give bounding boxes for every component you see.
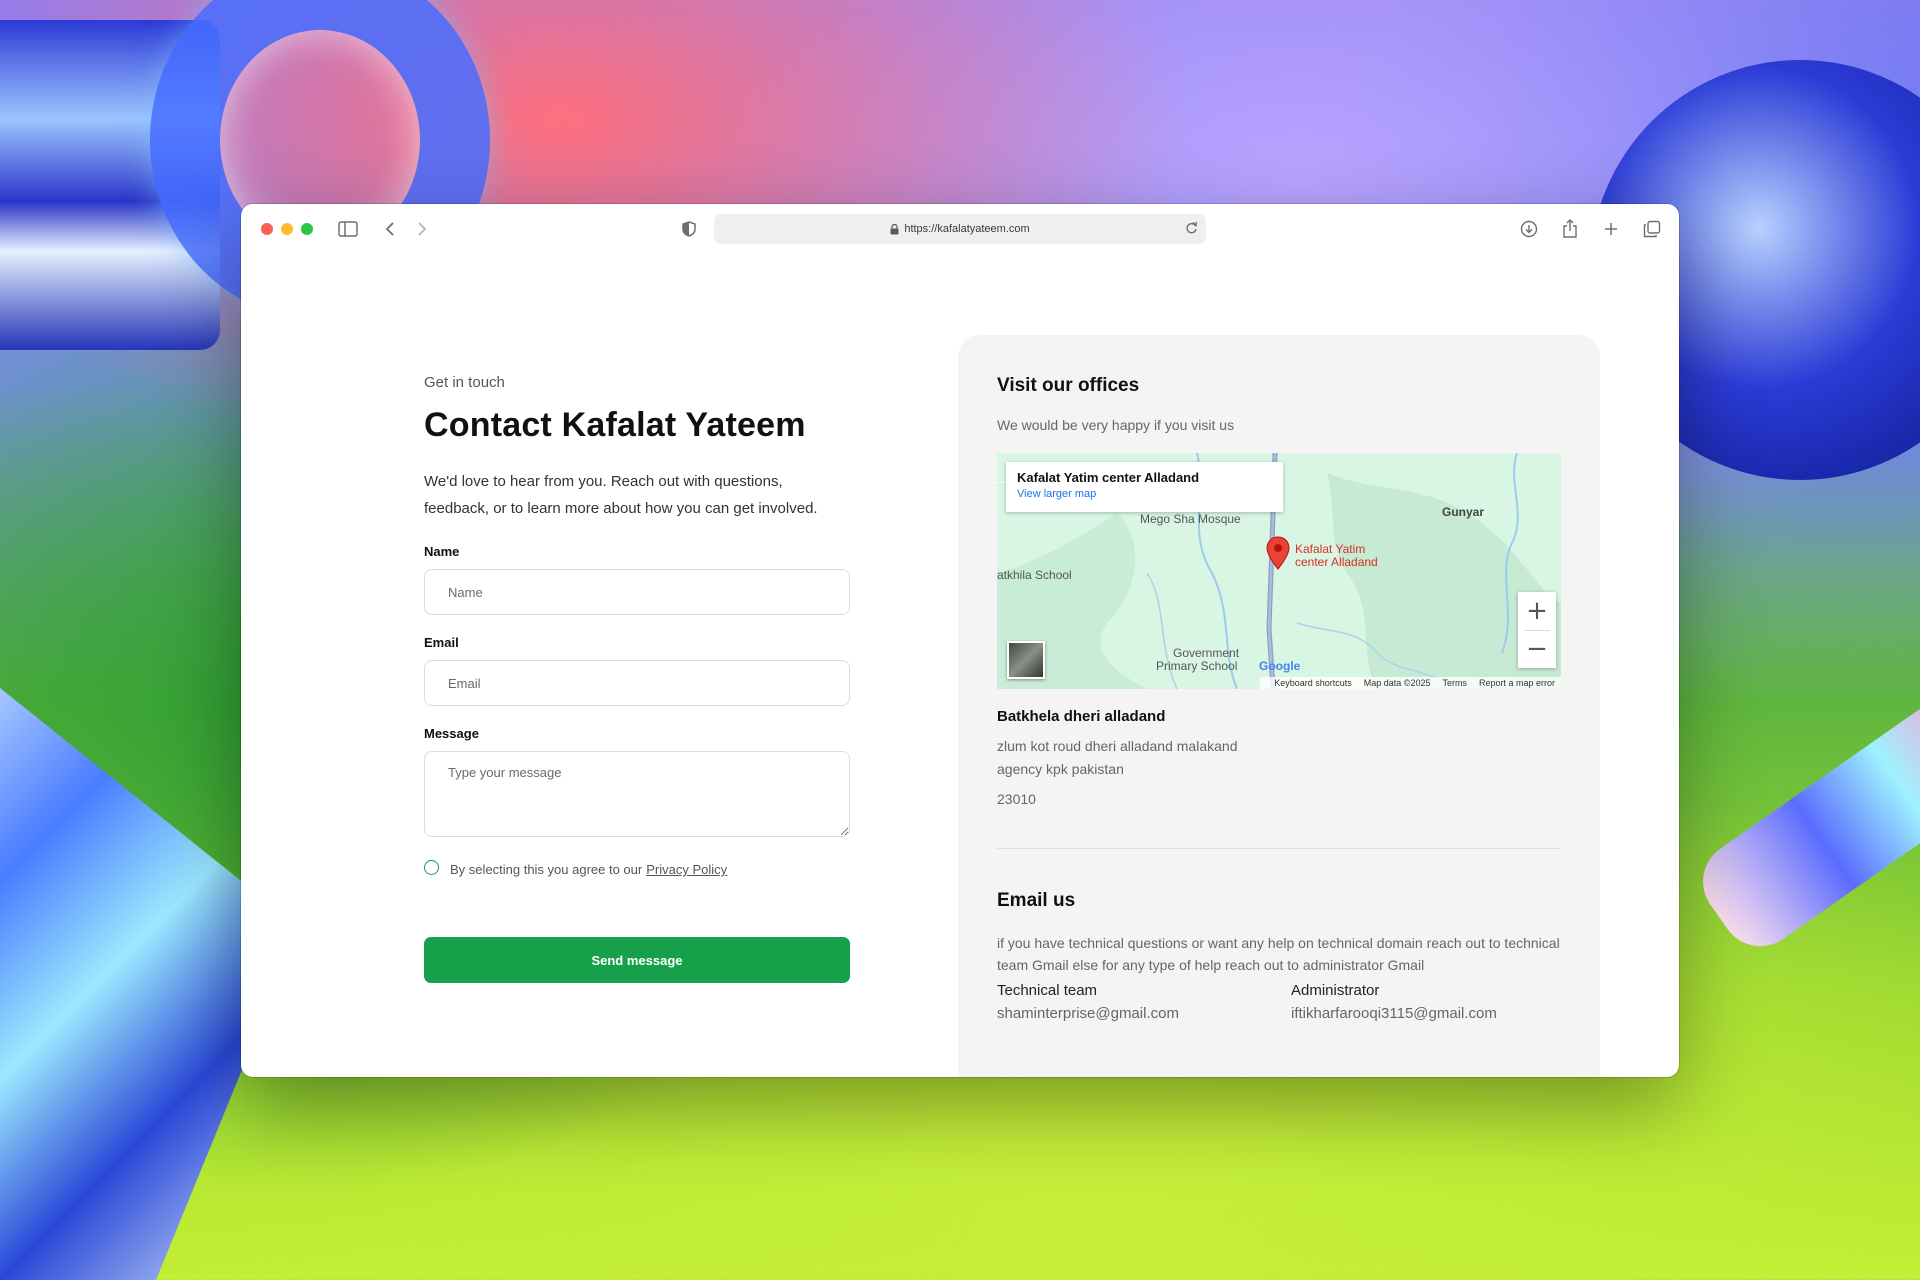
map-label-gov-2: Primary School bbox=[1156, 659, 1238, 673]
browser-toolbar: https://kafalatyateem.com bbox=[241, 204, 1679, 254]
page-title: Contact Kafalat Yateem bbox=[424, 406, 806, 444]
postcode: 23010 bbox=[997, 791, 1036, 807]
forward-icon[interactable] bbox=[411, 218, 433, 240]
message-label: Message bbox=[424, 726, 479, 741]
map-footer: Keyboard shortcuts Map data ©2025 Terms … bbox=[1260, 677, 1561, 689]
view-larger-map-link[interactable]: View larger map bbox=[1017, 488, 1272, 500]
lock-icon bbox=[890, 223, 899, 235]
wallpaper-stick bbox=[1687, 688, 1920, 962]
email-input[interactable] bbox=[424, 660, 850, 706]
address-bar[interactable]: https://kafalatyateem.com bbox=[714, 214, 1206, 244]
agree-text: By selecting this you agree to our bbox=[450, 862, 643, 877]
address-title: Batkhela dheri alladand bbox=[997, 708, 1166, 725]
email-label: Email bbox=[424, 635, 459, 650]
url-text: https://kafalatyateem.com bbox=[904, 223, 1030, 235]
zoom-divider bbox=[1524, 630, 1550, 631]
embedded-map[interactable]: Kafalat Yatim center Alladand View large… bbox=[997, 453, 1561, 689]
terms-link[interactable]: Terms bbox=[1442, 678, 1467, 688]
administrator-label: Administrator bbox=[1291, 982, 1380, 999]
message-textarea[interactable] bbox=[424, 751, 850, 837]
email-title: Email us bbox=[997, 890, 1076, 911]
map-label-mosque: Mego Sha Mosque bbox=[1140, 512, 1241, 526]
offices-subtitle: We would be very happy if you visit us bbox=[997, 417, 1235, 433]
map-label-pin-2: center Alladand bbox=[1295, 555, 1378, 569]
send-message-button[interactable]: Send message bbox=[424, 937, 850, 983]
back-icon[interactable] bbox=[379, 218, 401, 240]
privacy-agreement: By selecting this you agree to our Priva… bbox=[424, 860, 727, 877]
tab-overview-icon[interactable] bbox=[1641, 218, 1663, 240]
administrator-email[interactable]: iftikharfarooqi3115@gmail.com bbox=[1291, 1005, 1497, 1022]
zoom-in-icon[interactable]: + bbox=[1518, 592, 1556, 630]
minimize-window-button[interactable] bbox=[281, 223, 293, 235]
technical-team-email[interactable]: shaminterprise@gmail.com bbox=[997, 1005, 1179, 1022]
address-line-1: zlum kot roud dheri alladand malakand bbox=[997, 738, 1238, 754]
new-tab-icon[interactable] bbox=[1600, 218, 1622, 240]
privacy-shield-icon[interactable] bbox=[678, 218, 700, 240]
location-pin-icon[interactable] bbox=[1266, 536, 1290, 575]
keyboard-shortcuts-link[interactable]: Keyboard shortcuts bbox=[1274, 678, 1352, 688]
zoom-out-icon[interactable]: − bbox=[1518, 630, 1556, 668]
offices-title: Visit our offices bbox=[997, 375, 1140, 396]
technical-team-label: Technical team bbox=[997, 982, 1098, 999]
window-controls bbox=[261, 223, 313, 235]
map-zoom-controls: + − bbox=[1518, 592, 1556, 668]
sidebar-icon[interactable] bbox=[337, 218, 359, 240]
intro-text: We'd love to hear from you. Reach out wi… bbox=[424, 473, 818, 517]
google-logo: Google bbox=[1259, 659, 1300, 673]
map-place-name: Kafalat Yatim center Alladand bbox=[1017, 470, 1200, 485]
contact-info-panel: Visit our offices We would be very happy… bbox=[958, 335, 1600, 1077]
map-place-card: Kafalat Yatim center Alladand View large… bbox=[1006, 462, 1283, 512]
map-data-text: Map data ©2025 bbox=[1363, 678, 1431, 688]
browser-window: https://kafalatyateem.com Get in touch C… bbox=[241, 204, 1679, 1077]
name-input[interactable] bbox=[424, 569, 850, 615]
download-icon[interactable] bbox=[1518, 218, 1540, 240]
zoom-window-button[interactable] bbox=[301, 223, 313, 235]
page-content: Get in touch Contact Kafalat Yateem We'd… bbox=[241, 254, 1679, 1077]
address-line-2: agency kpk pakistan bbox=[997, 761, 1124, 777]
eyebrow-text: Get in touch bbox=[424, 374, 505, 391]
share-icon[interactable] bbox=[1559, 218, 1581, 240]
privacy-policy-link[interactable]: Privacy Policy bbox=[646, 862, 727, 877]
name-label: Name bbox=[424, 544, 460, 559]
satellite-toggle-button[interactable] bbox=[1007, 641, 1045, 679]
section-divider bbox=[997, 848, 1561, 849]
email-description: if you have technical questions or want … bbox=[997, 935, 1560, 973]
reload-icon[interactable] bbox=[1185, 221, 1198, 238]
agree-radio[interactable] bbox=[424, 860, 439, 875]
map-label-gunyar: Gunyar bbox=[1442, 505, 1485, 519]
google-logo-text: Google bbox=[1259, 659, 1301, 673]
map-label-school: atkhila School bbox=[997, 568, 1072, 582]
close-window-button[interactable] bbox=[261, 223, 273, 235]
report-map-error-link[interactable]: Report a map error bbox=[1479, 678, 1555, 688]
